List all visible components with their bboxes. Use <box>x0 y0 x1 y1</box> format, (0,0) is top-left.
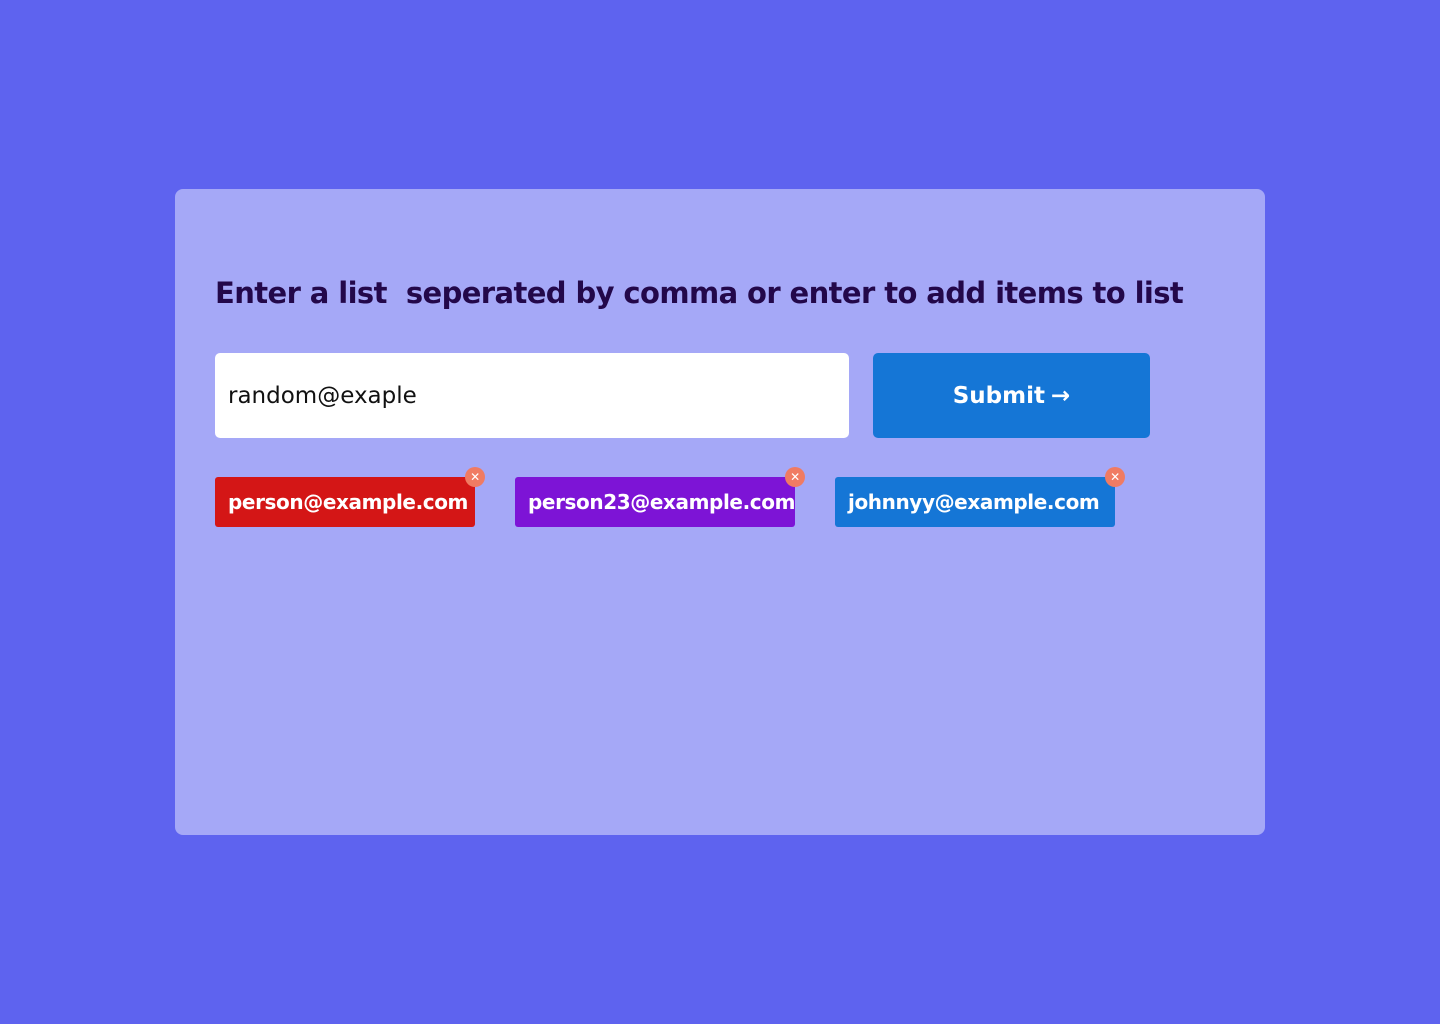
tag-label: person23@example.com <box>528 490 796 514</box>
tag-item: person@example.com ✕ <box>215 467 485 527</box>
list-item-input[interactable] <box>215 353 849 438</box>
tag-input-card: Enter a list seperated by comma or enter… <box>175 189 1265 835</box>
submit-label: Submit <box>952 382 1045 409</box>
tag-label: johnnyy@example.com <box>848 490 1100 514</box>
arrow-right-icon: → <box>1050 382 1071 409</box>
tag-label: person@example.com <box>228 490 468 514</box>
tag-item: johnnyy@example.com ✕ <box>835 467 1125 527</box>
tag-item: person23@example.com ✕ <box>515 467 805 527</box>
close-icon[interactable]: ✕ <box>785 467 805 487</box>
page-title: Enter a list seperated by comma or enter… <box>215 276 1184 310</box>
submit-button[interactable]: Submit → <box>873 353 1150 438</box>
close-icon[interactable]: ✕ <box>465 467 485 487</box>
close-icon[interactable]: ✕ <box>1105 467 1125 487</box>
